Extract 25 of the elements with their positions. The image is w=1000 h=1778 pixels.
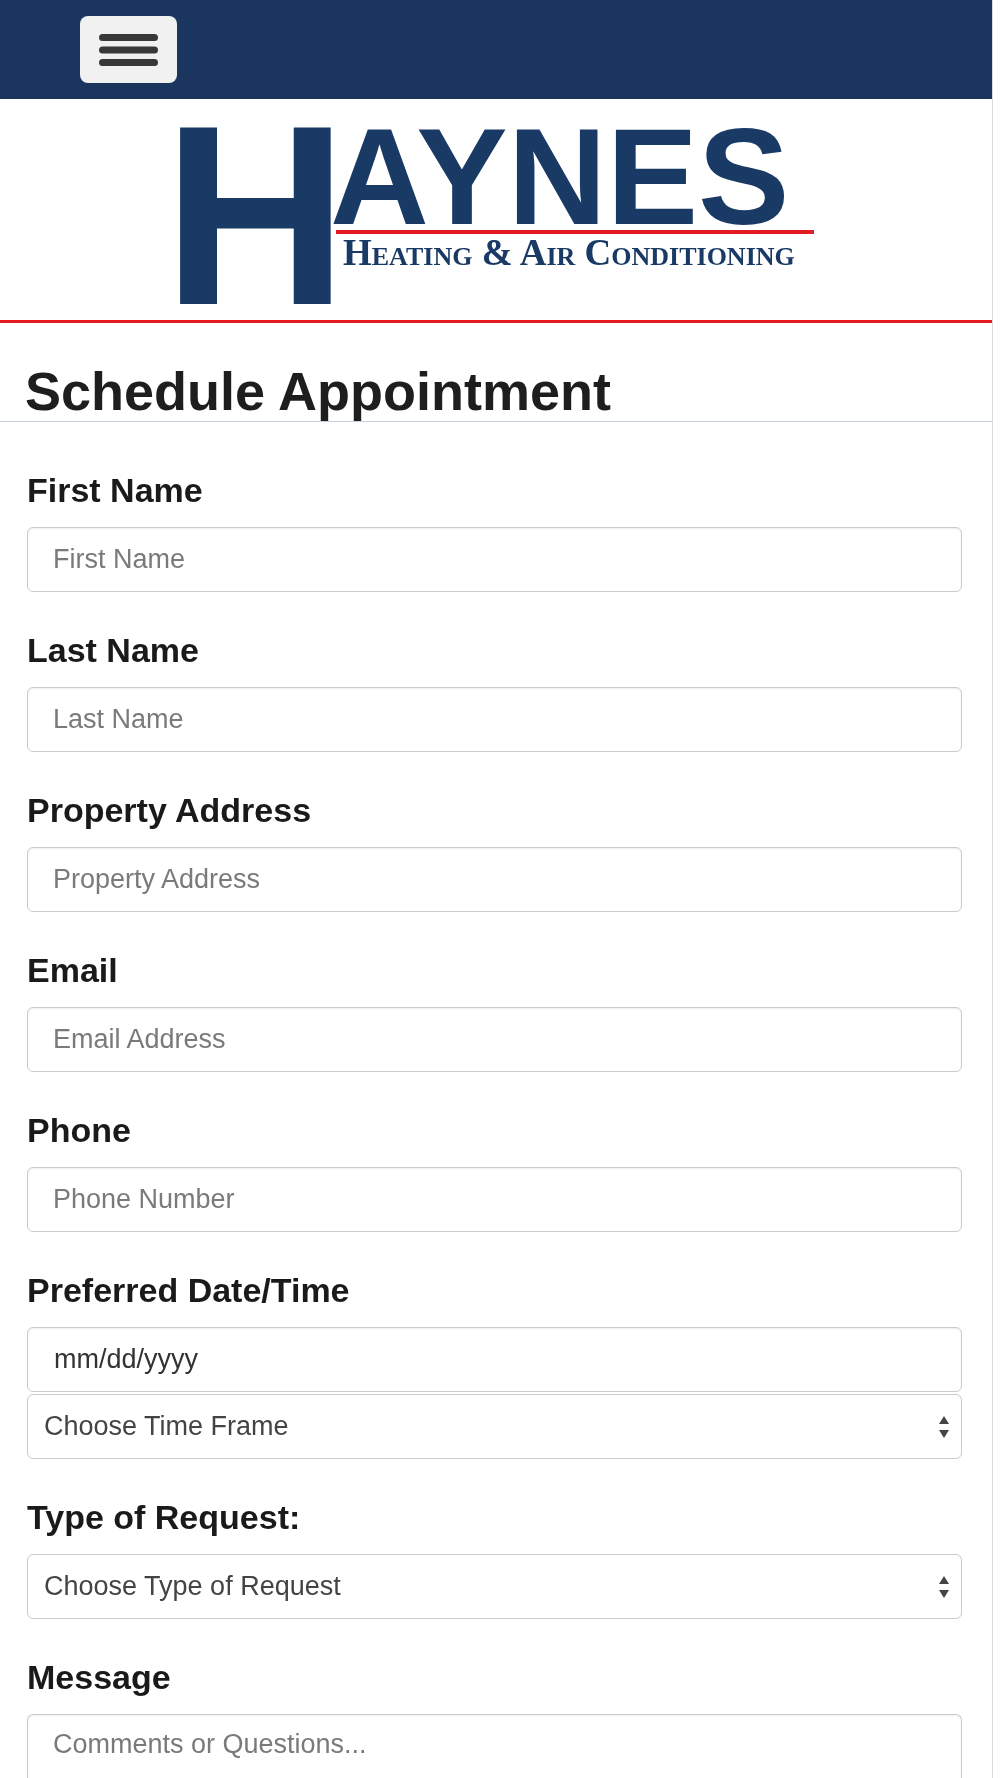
input-field[interactable]: Property Address bbox=[27, 847, 962, 912]
date-field[interactable]: mm/dd/yyyy bbox=[27, 1327, 962, 1392]
field-label: Type of Request: bbox=[27, 1497, 301, 1537]
up-down-arrows-icon bbox=[939, 1575, 949, 1598]
field-label: Property Address bbox=[27, 790, 312, 830]
input-field[interactable]: First Name bbox=[27, 527, 962, 592]
field-label: Email bbox=[27, 950, 118, 990]
field-label: Message bbox=[27, 1657, 171, 1697]
input-field[interactable]: Phone Number bbox=[27, 1167, 962, 1232]
up-down-arrows-icon bbox=[939, 1415, 949, 1438]
input-field[interactable]: Last Name bbox=[27, 687, 962, 752]
field-label: Preferred Date/Time bbox=[27, 1270, 350, 1310]
dropdown-field[interactable]: Choose Time Frame bbox=[27, 1394, 962, 1459]
input-field[interactable]: Email Address bbox=[27, 1007, 962, 1072]
page-title: Schedule Appointment bbox=[25, 361, 612, 421]
dropdown-field[interactable]: Choose Type of Request bbox=[27, 1554, 962, 1619]
message-field[interactable]: Comments or Questions... bbox=[27, 1714, 962, 1778]
logo-tagline: Heating & Air Conditioning bbox=[343, 238, 795, 268]
field-label: First Name bbox=[27, 470, 203, 510]
field-label: Phone bbox=[27, 1110, 131, 1150]
field-label: Last Name bbox=[27, 630, 199, 670]
menu-icon bbox=[99, 33, 158, 66]
logo-wordmark: AYNES bbox=[330, 126, 790, 228]
menu-button[interactable] bbox=[80, 16, 177, 83]
logo-initial: H bbox=[182, 120, 330, 304]
